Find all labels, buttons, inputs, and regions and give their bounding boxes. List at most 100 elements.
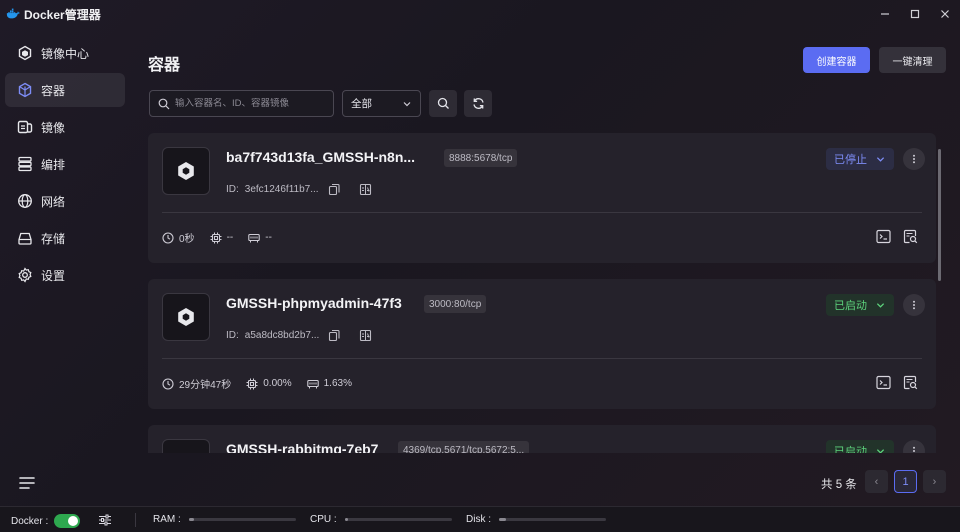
sidebar-item-label: 镜像 — [41, 120, 66, 135]
id-value: 3efc1246f11b7... — [244, 184, 319, 195]
more-vertical-icon — [913, 446, 915, 452]
globe-icon — [17, 193, 33, 209]
memory-stat: -- — [248, 232, 272, 244]
ram-meter: RAM : — [153, 514, 296, 525]
page-number-button[interactable]: 1 — [894, 470, 917, 493]
sidebar-item-images[interactable]: 镜像 — [5, 110, 125, 144]
maximize-icon — [910, 9, 920, 19]
cpu-meter: CPU : — [310, 514, 452, 525]
sidebar-item-compose[interactable]: 编排 — [5, 147, 125, 181]
memory-value: -- — [265, 232, 272, 243]
cpu-stat: 0.00% — [246, 378, 292, 390]
uptime-stat: 0秒 — [162, 230, 195, 245]
sidebar-item-settings[interactable]: 设置 — [5, 258, 125, 292]
gear-icon — [17, 267, 33, 283]
cpu-value: -- — [226, 232, 234, 243]
card-divider — [162, 212, 922, 213]
status-label: 已停止 — [834, 154, 867, 166]
more-button[interactable] — [903, 440, 925, 453]
logs-search-icon — [903, 229, 918, 244]
status-filter-value: 全部 — [351, 98, 372, 110]
minimize-button[interactable] — [870, 0, 900, 28]
status-dropdown[interactable]: 已启动 — [826, 294, 894, 316]
one-click-clean-button[interactable]: 一键清理 — [879, 47, 946, 73]
cpu-chip-icon — [210, 232, 222, 243]
chevron-down-icon — [876, 449, 885, 453]
search-icon — [437, 97, 449, 109]
cube-icon — [17, 45, 33, 61]
docker-status: Docker : — [11, 514, 81, 528]
close-icon — [941, 10, 949, 18]
port-badge: 8888:5678/tcp — [444, 149, 518, 167]
container-stats: 0秒 -- -- — [162, 230, 287, 245]
compose-icon — [17, 156, 33, 172]
storage-icon — [17, 230, 33, 246]
close-button[interactable] — [930, 0, 960, 28]
app-title: Docker管理器 — [24, 7, 101, 22]
container-image-icon — [162, 293, 210, 341]
app-window: Docker管理器 镜像中心 容器 镜像 编排 网络 存储 设置 容器 创建容器… — [0, 0, 960, 532]
window-controls — [870, 0, 960, 28]
ram-bar — [188, 518, 296, 521]
menu-toggle-icon[interactable] — [18, 476, 36, 490]
container-stats: 29分钟47秒 0.00% 1.63% — [162, 376, 367, 391]
search-input[interactable] — [175, 98, 325, 109]
list-scrollbar[interactable] — [938, 149, 941, 281]
next-page-button[interactable]: › — [923, 470, 946, 493]
search-box — [149, 90, 334, 117]
logs-button[interactable] — [903, 375, 919, 391]
clock-icon — [162, 377, 174, 390]
copy-icon[interactable] — [328, 183, 341, 196]
title-bar: Docker管理器 — [0, 0, 960, 28]
sidebar-item-storage[interactable]: 存储 — [5, 221, 125, 255]
container-card[interactable]: GMSSH-rabbitmq-7eb7 4369/tcp,5671/tcp,56… — [148, 425, 936, 453]
container-name[interactable]: GMSSH-rabbitmq-7eb7 — [226, 441, 378, 453]
sidebar-item-containers[interactable]: 容器 — [5, 73, 125, 107]
create-container-button[interactable]: 创建容器 — [803, 47, 870, 73]
copy-icon[interactable] — [328, 329, 341, 342]
cpu-chip-icon — [246, 378, 258, 389]
minimize-icon — [881, 13, 889, 15]
sidebar-item-image-center[interactable]: 镜像中心 — [5, 36, 125, 70]
refresh-button[interactable] — [464, 90, 492, 117]
cpu-bar — [344, 518, 452, 521]
container-card[interactable]: GMSSH-phpmyadmin-47f3 3000:80/tcp ID: a5… — [148, 279, 936, 409]
container-card[interactable]: ba7f743d13fa_GMSSH-n8n... 8888:5678/tcp … — [148, 133, 936, 263]
container-icon — [17, 82, 33, 98]
sidebar-item-label: 设置 — [41, 268, 66, 283]
cpu-stat: -- — [210, 232, 234, 244]
id-value: a5a8dc8bd2b7... — [244, 330, 320, 341]
sidebar-item-label: 存储 — [41, 231, 66, 246]
terminal-button[interactable] — [876, 229, 892, 245]
status-dropdown[interactable]: 已停止 — [826, 148, 894, 170]
disk-meter: Disk : — [466, 514, 606, 525]
search-button[interactable] — [429, 90, 457, 117]
container-image-icon — [162, 439, 210, 453]
status-dropdown[interactable]: 已启动 — [826, 440, 894, 453]
page-title: 容器 — [148, 57, 181, 74]
sidebar-item-label: 容器 — [41, 83, 66, 98]
docker-toggle[interactable] — [54, 514, 81, 528]
more-button[interactable] — [903, 294, 925, 316]
sliders-icon[interactable] — [98, 513, 112, 527]
image-icon — [17, 119, 33, 135]
container-image-icon — [162, 147, 210, 195]
logs-button[interactable] — [903, 229, 919, 245]
more-button[interactable] — [903, 148, 925, 170]
translate-icon[interactable] — [359, 329, 372, 342]
container-name[interactable]: GMSSH-phpmyadmin-47f3 — [226, 295, 402, 311]
memory-stat: 1.63% — [306, 378, 352, 390]
more-vertical-icon — [913, 154, 915, 164]
ram-label: RAM : — [153, 514, 181, 525]
sidebar-item-label: 镜像中心 — [41, 46, 90, 61]
prev-page-button[interactable]: ‹ — [865, 470, 888, 493]
sidebar-item-network[interactable]: 网络 — [5, 184, 125, 218]
clock-icon — [162, 231, 174, 244]
cpu-value: 0.00% — [263, 378, 292, 389]
status-filter-select[interactable]: 全部 — [342, 90, 421, 117]
translate-icon[interactable] — [359, 183, 372, 196]
search-icon — [158, 98, 170, 109]
terminal-button[interactable] — [876, 375, 892, 391]
maximize-button[interactable] — [900, 0, 930, 28]
container-name[interactable]: ba7f743d13fa_GMSSH-n8n... — [226, 149, 415, 165]
